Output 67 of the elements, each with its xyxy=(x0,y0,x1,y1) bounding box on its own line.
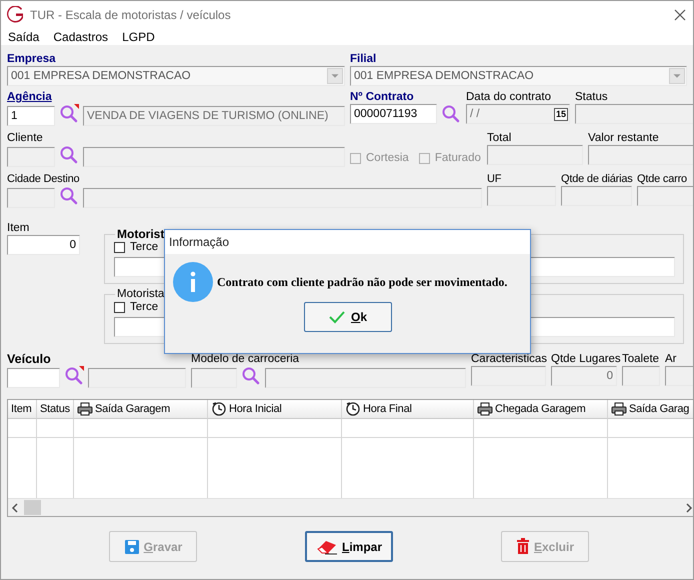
field-label: Nº Contrato xyxy=(350,90,414,104)
field-label: Item xyxy=(7,221,30,235)
field-label: Modelo de carroceria xyxy=(191,352,300,366)
checkbox[interactable] xyxy=(114,302,125,312)
eraser-icon xyxy=(316,538,338,554)
field-label: Cidade Destino xyxy=(7,172,80,186)
close-icon[interactable] xyxy=(673,8,687,22)
column-header[interactable]: Status xyxy=(37,400,74,419)
printer-icon xyxy=(77,402,93,416)
field-label: Caracteristicas xyxy=(471,352,548,366)
search-icon[interactable] xyxy=(59,186,79,206)
field-label: Qtde Lugares xyxy=(551,352,621,366)
checkbox-label: Terce xyxy=(130,241,158,253)
field-label: Veículo xyxy=(7,352,51,366)
checkbox-label: Faturado xyxy=(434,152,481,164)
field-label: Filial xyxy=(350,52,376,66)
field-label: Empresa xyxy=(7,52,56,66)
action-button[interactable]: Limpar xyxy=(305,531,393,562)
checkbox[interactable] xyxy=(114,242,125,252)
menu-item[interactable]: Cadastros xyxy=(53,30,108,44)
clock-icon xyxy=(211,402,227,416)
checkbox-label: Cortesia xyxy=(366,152,409,164)
text-field[interactable]: 1 xyxy=(7,106,55,126)
search-icon[interactable] xyxy=(64,366,84,386)
field-label: Qtde carro xyxy=(637,172,687,186)
column-header[interactable]: Chegada Garagem xyxy=(474,400,608,419)
search-icon[interactable] xyxy=(241,366,261,386)
field-label: Valor restante xyxy=(588,131,659,145)
column-header[interactable]: Hora Final xyxy=(342,400,474,419)
floppy-icon xyxy=(124,538,140,554)
scrollbar-thumb[interactable] xyxy=(24,500,41,515)
column-header[interactable]: Item xyxy=(8,400,37,419)
logo-icon xyxy=(7,6,24,23)
field-label: Qtde de diárias xyxy=(561,172,633,186)
check-icon xyxy=(328,310,346,324)
field-label: Agência xyxy=(7,90,52,104)
column-header[interactable]: Saída Garag xyxy=(608,400,693,419)
text-field[interactable]: 0000071193 xyxy=(350,104,437,124)
column-header[interactable]: Saída Garagem xyxy=(74,400,208,419)
field-label: UF xyxy=(487,172,502,186)
info-icon xyxy=(173,262,213,302)
clock-icon xyxy=(345,402,361,416)
search-icon[interactable] xyxy=(59,145,79,165)
search-icon[interactable] xyxy=(59,104,79,124)
field-label: Toalete xyxy=(622,352,660,366)
dialog-message: Contrato com cliente padrão não pode ser movimentado. xyxy=(217,274,508,290)
group-title: Motorista xyxy=(116,287,166,301)
group-title: Motorist xyxy=(116,227,166,241)
field-label: Ar xyxy=(665,352,676,366)
menu-item[interactable]: LGPD xyxy=(122,30,155,44)
menu-item[interactable]: Saída xyxy=(8,30,40,44)
search-icon[interactable] xyxy=(441,104,461,124)
checkbox-label: Terce xyxy=(130,301,158,313)
trash-icon xyxy=(516,538,530,555)
field-label: Status xyxy=(575,90,608,104)
scrollbar[interactable] xyxy=(8,498,693,516)
dialog-title: Informação xyxy=(165,230,530,254)
window-title: TUR - Escala de motoristas / veículos xyxy=(30,8,232,22)
column-header[interactable]: Hora Inicial xyxy=(208,400,342,419)
text-field[interactable] xyxy=(7,368,60,388)
printer-icon xyxy=(611,402,627,416)
text-field[interactable]: 0 xyxy=(7,235,80,255)
printer-icon xyxy=(477,402,493,416)
field-label: Cliente xyxy=(7,131,43,145)
ok-button[interactable]: Ok xyxy=(304,302,392,332)
field-label: Data do contrato xyxy=(466,90,552,104)
field-label: Total xyxy=(487,131,512,145)
